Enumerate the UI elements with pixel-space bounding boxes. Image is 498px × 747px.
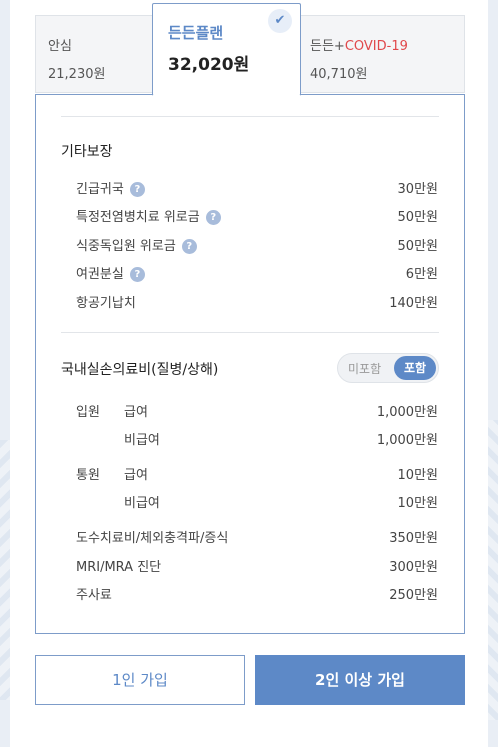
toggle-off-option[interactable]: 미포함 [348,360,381,377]
coverage-sub-label: 급여 [124,468,148,483]
coverage-sub-label: 비급여 [124,433,160,448]
divider [61,116,439,117]
coverage-label: 긴급귀국? [76,178,145,197]
coverage-value: 50만원 [397,210,438,225]
plan-price: 21,230원 [48,67,106,82]
help-icon[interactable]: ? [205,210,221,225]
coverage-panel: 기타보장 긴급귀국? 30만원 특정전염병치료 위로금? 50만원 식중독입원 … [35,94,465,634]
plan-price: 32,020원 [168,55,250,75]
coverage-row: 여권분실? 6만원 [76,263,438,283]
divider [61,332,439,333]
help-icon[interactable]: ? [181,239,197,254]
coverage-group-label: 통원 [76,468,100,483]
coverage-value: 1,000만원 [376,405,438,420]
coverage-label: 항공기납치 [76,296,136,311]
plan-tabs: 안심 21,230원 든든플랜 32,020원 ✔ 든든+COVID-19 40… [35,3,465,96]
help-icon[interactable]: ? [129,182,145,197]
coverage-value: 10만원 [397,468,438,483]
coverage-sub-label: 급여 [124,405,148,420]
check-icon: ✔ [268,9,292,33]
coverage-label: 식중독입원 위로금? [76,235,197,254]
coverage-label: MRI/MRA 진단 [76,560,162,575]
plan-name-prefix: 든든+ [310,39,345,54]
coverage-row: MRI/MRA 진단 300만원 [76,556,438,576]
coverage-row: 식중독입원 위로금? 50만원 [76,235,438,255]
tab-plan-covid[interactable]: 든든+COVID-19 40,710원 [298,15,465,93]
tab-plan-dunddun[interactable]: 든든플랜 32,020원 ✔ [152,3,301,96]
coverage-label: 여권분실? [76,263,145,282]
coverage-row: 비급여 1,000만원 [76,429,438,449]
coverage-row: 특정전염병치료 위로금? 50만원 [76,206,438,226]
coverage-row: 통원 급여 10만원 [76,464,438,484]
coverage-row: 주사료 250만원 [76,584,438,604]
coverage-value: 1,000만원 [376,433,438,448]
plan-name: 든든플랜 [168,24,224,42]
coverage-value: 6만원 [405,267,438,282]
coverage-value: 140만원 [389,296,438,311]
coverage-row: 도수치료비/체외충격파/증식 350만원 [76,527,438,547]
coverage-label: 도수치료비/체외충격파/증식 [76,531,229,546]
toggle-on-option[interactable]: 포함 [394,356,436,380]
tab-plan-ansim[interactable]: 안심 21,230원 [35,15,155,93]
plan-name: 안심 [48,39,72,54]
coverage-row: 입원 급여 1,000만원 [76,401,438,421]
coverage-label: 주사료 [76,588,112,603]
plan-price: 40,710원 [310,67,368,82]
section-title-other: 기타보장 [61,144,113,160]
coverage-label: 특정전염병치료 위로금? [76,206,221,225]
help-icon[interactable]: ? [129,267,145,282]
coverage-value: 300만원 [389,560,438,575]
plan-name: 든든+COVID-19 [310,35,408,54]
coverage-value: 10만원 [397,496,438,511]
coverage-value: 350만원 [389,531,438,546]
coverage-group-label: 입원 [76,405,100,420]
section-title-domestic: 국내실손의료비(질병/상해) [61,362,219,378]
plan-sheet: 안심 21,230원 든든플랜 32,020원 ✔ 든든+COVID-19 40… [10,0,488,747]
coverage-value: 30만원 [397,182,438,197]
coverage-value: 50만원 [397,239,438,254]
single-join-button[interactable]: 1인 가입 [35,655,245,705]
multi-join-button[interactable]: 2인 이상 가입 [255,655,465,705]
include-toggle[interactable]: 미포함 포함 [337,353,439,383]
coverage-row: 비급여 10만원 [76,492,438,512]
coverage-value: 250만원 [389,588,438,603]
coverage-row: 항공기납치 140만원 [76,292,438,312]
coverage-sub-label: 비급여 [124,496,160,511]
plan-name-covid: COVID-19 [344,39,408,54]
coverage-row: 긴급귀국? 30만원 [76,178,438,198]
